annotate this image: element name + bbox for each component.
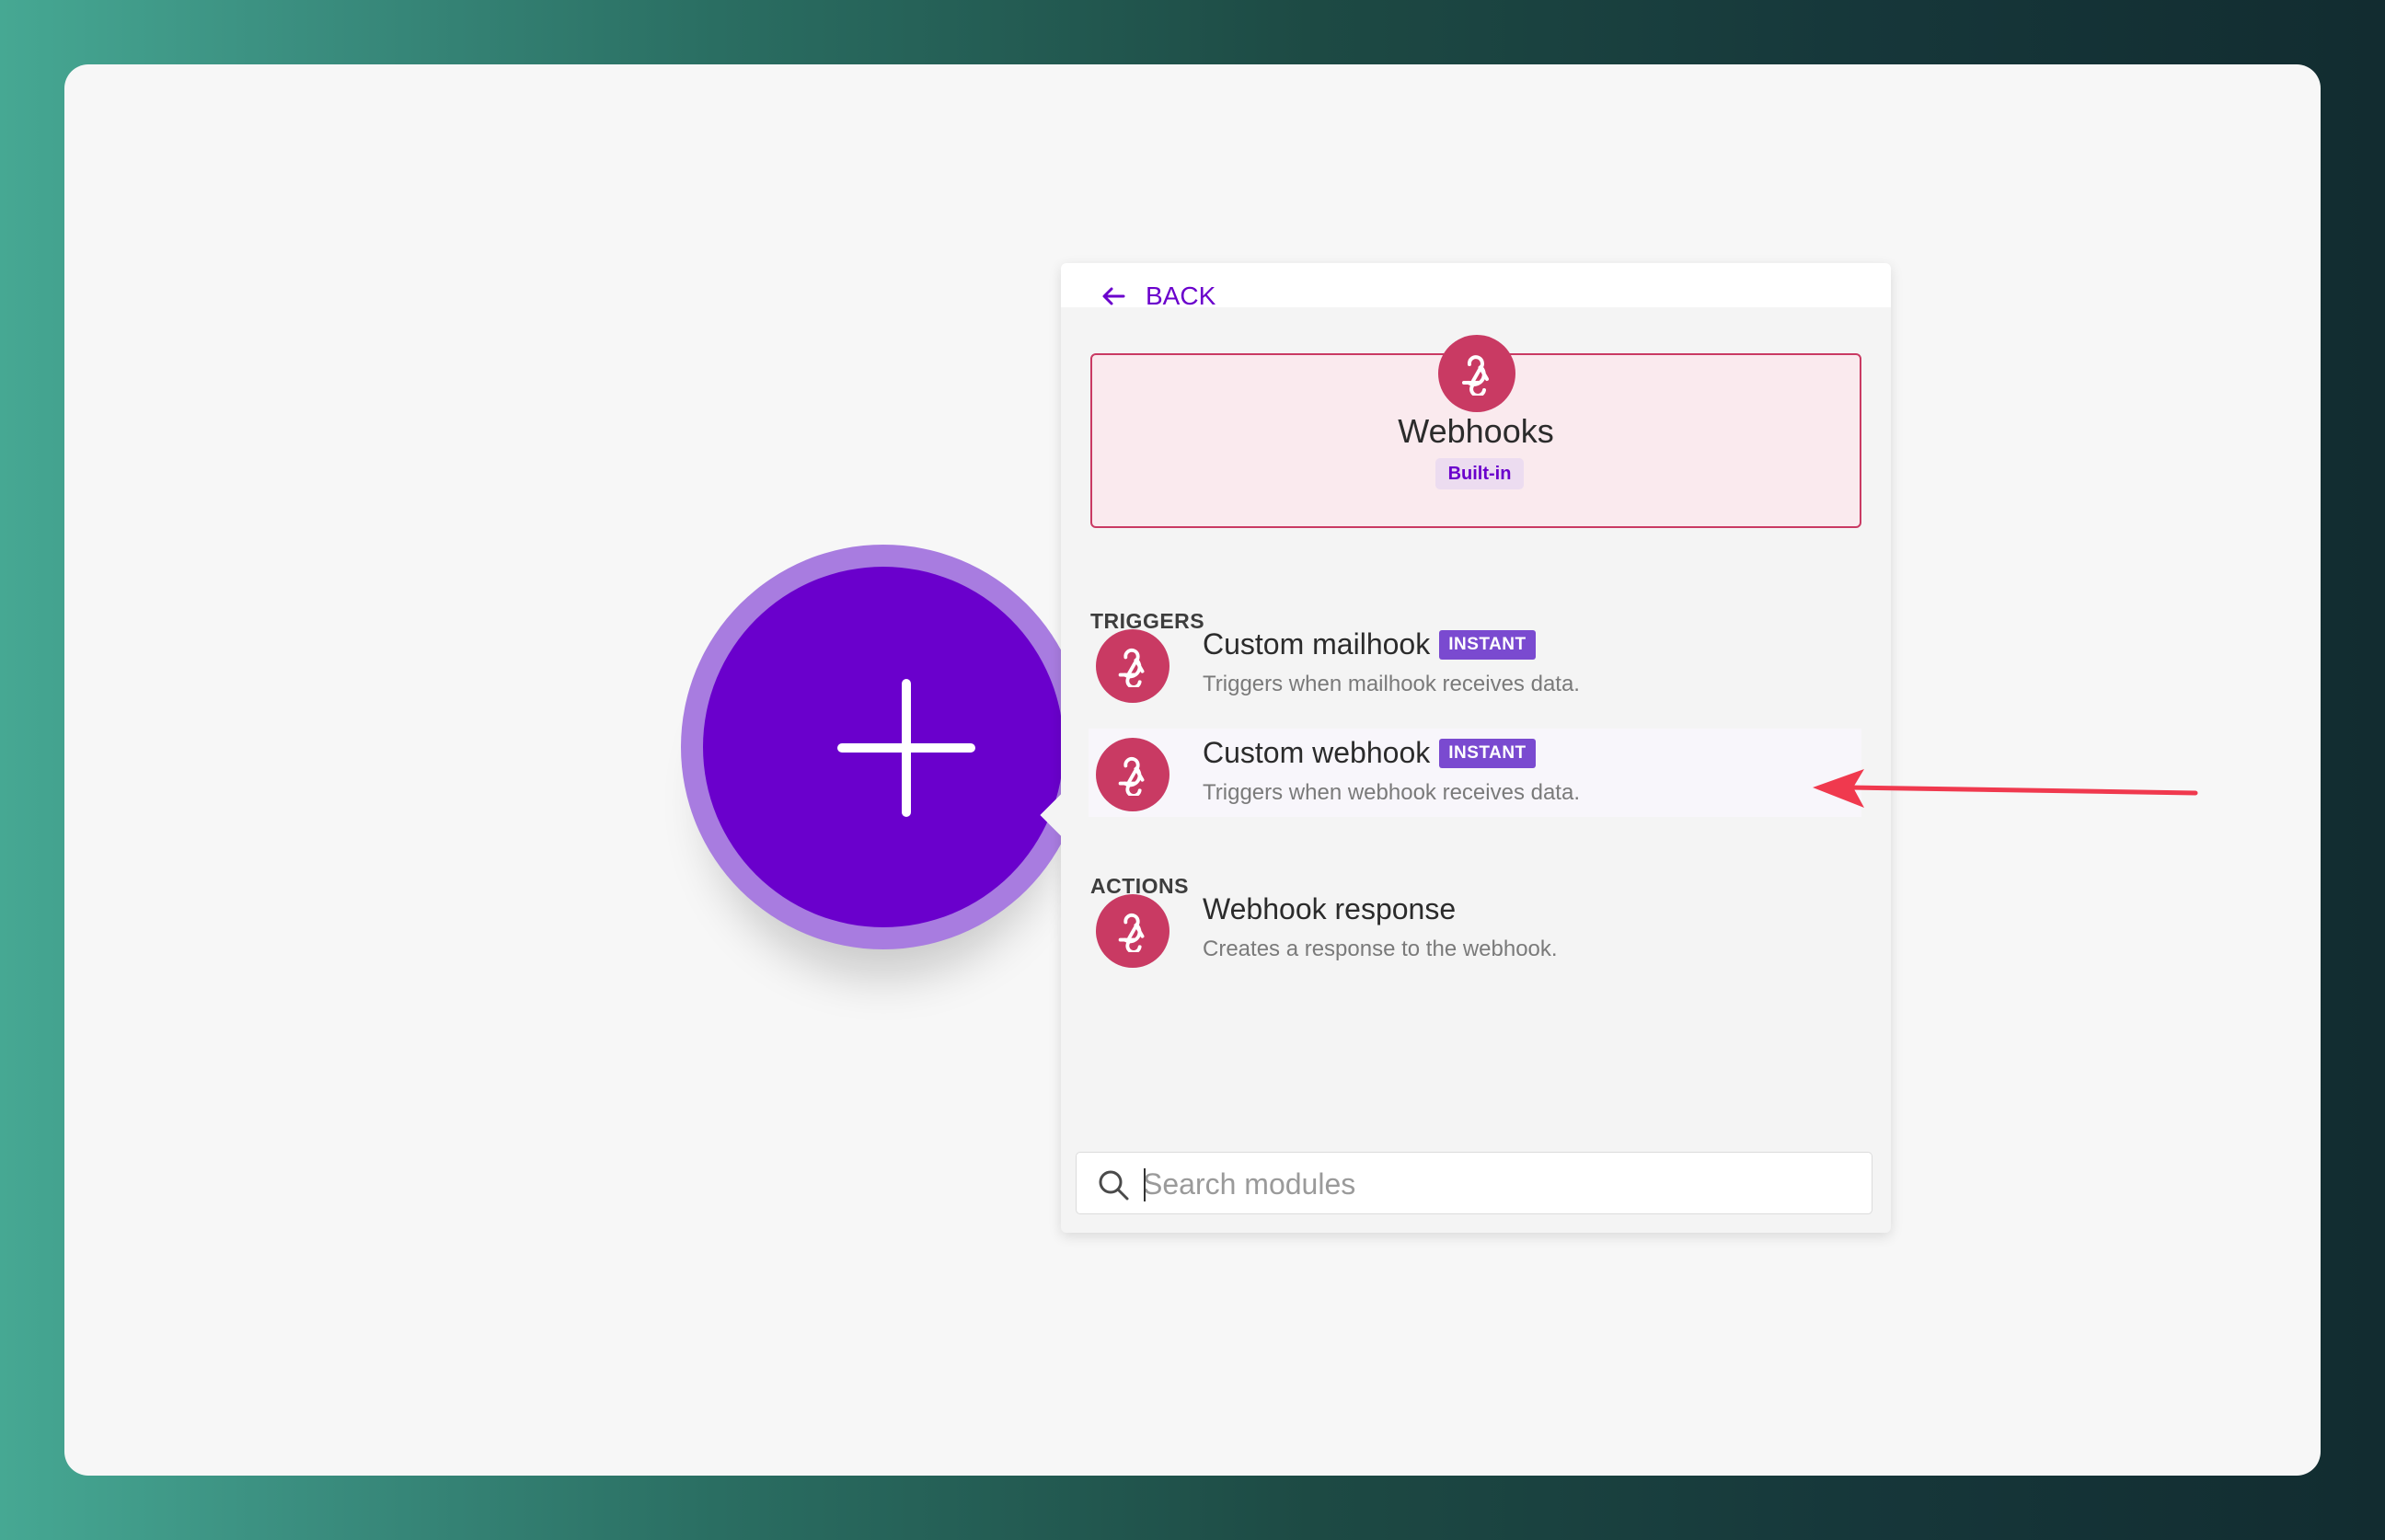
scenario-canvas: BACK Webhooks Built-in TRIGGERS Custom m…: [64, 64, 2321, 1476]
plus-icon-vertical: [902, 679, 911, 817]
module-title-text: Webhook response: [1203, 892, 1457, 925]
module-title-text: Custom mailhook: [1203, 627, 1431, 661]
back-label: BACK: [1146, 282, 1216, 310]
webhook-icon: [1096, 629, 1169, 703]
built-in-badge: Built-in: [1435, 458, 1524, 489]
webhook-icon: [1096, 894, 1169, 968]
search-modules-field[interactable]: [1076, 1152, 1872, 1214]
module-description: Triggers when mailhook receives data.: [1203, 672, 1580, 696]
webhook-icon: [1438, 335, 1515, 412]
add-module-inner[interactable]: [703, 567, 1064, 927]
arrow-left-icon: [1102, 287, 1125, 305]
text-caret: [1144, 1168, 1146, 1201]
back-button[interactable]: BACK: [1101, 280, 1216, 313]
module-description: Triggers when webhook receives data.: [1203, 780, 1580, 805]
add-module-button[interactable]: [681, 545, 1086, 949]
module-item-webhook-response[interactable]: Webhook response Creates a response to t…: [1089, 885, 1861, 973]
webhook-icon: [1096, 738, 1169, 811]
search-input[interactable]: [1143, 1162, 1851, 1206]
module-item-custom-mailhook[interactable]: Custom mailhook INSTANT Triggers when ma…: [1089, 620, 1861, 708]
module-title: Custom mailhook INSTANT: [1203, 627, 1536, 661]
instant-badge: INSTANT: [1439, 738, 1536, 768]
search-icon: [1099, 1170, 1129, 1201]
module-title: Custom webhook INSTANT: [1203, 736, 1536, 770]
app-name: Webhooks: [1398, 412, 1554, 450]
instant-badge: INSTANT: [1439, 629, 1536, 660]
app-card-webhooks: Webhooks Built-in: [1090, 335, 1861, 528]
module-picker-panel: BACK Webhooks Built-in TRIGGERS Custom m…: [1040, 263, 1891, 1233]
module-title: Webhook response: [1203, 892, 1456, 926]
module-title-text: Custom webhook: [1203, 736, 1431, 769]
annotation-arrow-icon: [1813, 769, 2198, 808]
module-item-custom-webhook[interactable]: Custom webhook INSTANT Triggers when web…: [1089, 729, 1861, 817]
module-description: Creates a response to the webhook.: [1203, 937, 1558, 961]
